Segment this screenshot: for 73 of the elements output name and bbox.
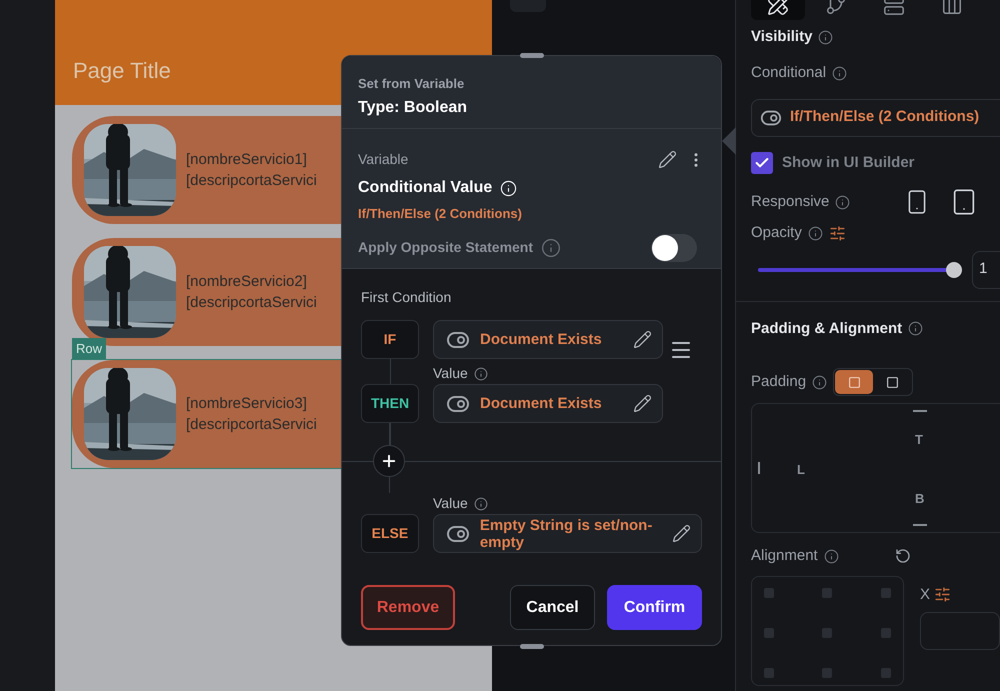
- drag-handle[interactable]: [520, 644, 544, 649]
- x-field[interactable]: [920, 612, 1000, 650]
- info-icon: [818, 30, 834, 44]
- info-icon: [500, 180, 518, 196]
- value-label: Value: [433, 364, 468, 383]
- service-name: [nombreServicio1]: [186, 150, 308, 170]
- condition-keyword: IF: [361, 320, 419, 359]
- condition-value-field[interactable]: Document Exists: [433, 320, 663, 359]
- service-description: [descripcortaServici: [186, 171, 317, 191]
- condition-keyword: THEN: [361, 384, 419, 423]
- tab-icon: [767, 0, 789, 16]
- section-title: Padding & Alignment: [751, 318, 902, 338]
- side-label: B: [915, 490, 924, 508]
- square-icon: [886, 376, 899, 388]
- field-label: Padding: [751, 372, 806, 392]
- tab-icon: [941, 0, 963, 16]
- selection-label: Row: [72, 338, 106, 359]
- field-label: Responsive: [751, 192, 830, 212]
- edit-icon: [672, 524, 691, 543]
- service-description: [descripcortaServici: [186, 293, 317, 313]
- section-title: First Condition: [361, 288, 452, 307]
- side-label: T: [915, 431, 923, 449]
- opacity-field[interactable]: 1: [972, 250, 1000, 288]
- plus-icon: [380, 452, 398, 470]
- drag-handle[interactable]: [520, 53, 544, 58]
- side-label: L: [797, 461, 805, 479]
- remove-button[interactable]: Remove: [361, 585, 455, 630]
- checkbox[interactable]: [751, 152, 773, 174]
- add-condition-button[interactable]: [373, 445, 405, 477]
- padding-mode[interactable]: [835, 370, 874, 394]
- condition-value-field[interactable]: Document Exists: [433, 384, 663, 423]
- field-label: Alignment: [751, 546, 818, 566]
- service-name: [nombreServicio2]: [186, 272, 308, 292]
- tab-icon: [825, 0, 847, 16]
- variable-name: Conditional Value: [358, 178, 492, 198]
- confirm-button[interactable]: Confirm: [607, 585, 702, 630]
- square-icon: [848, 376, 861, 388]
- variable-label: Variable: [358, 150, 408, 169]
- info-icon: [541, 238, 562, 258]
- type-label: Type: Boolean: [358, 98, 468, 118]
- field-label: Opacity: [751, 223, 802, 243]
- cancel-button[interactable]: Cancel: [510, 585, 595, 630]
- tab-icon: [883, 0, 905, 16]
- reset-icon[interactable]: [894, 548, 911, 564]
- checkbox-label: Show in UI Builder: [782, 152, 915, 172]
- info-icon: [832, 66, 848, 81]
- dialog-title: Set from Variable: [358, 75, 466, 93]
- left-padding-icon: [758, 462, 763, 474]
- edit-icon: [633, 394, 652, 413]
- info-icon: [474, 496, 488, 510]
- condition-value-field[interactable]: Empty String is set/non-empty: [432, 514, 702, 553]
- field-label: Conditional: [751, 63, 826, 83]
- section-title: Visibility: [751, 26, 812, 47]
- service-name: [nombreServicio3]: [186, 394, 308, 414]
- service-description: [descripcortaServici: [186, 415, 317, 435]
- condition-keyword: ELSE: [361, 514, 419, 553]
- sliders-icon[interactable]: [934, 586, 952, 604]
- switch-knob: [652, 234, 678, 260]
- edit-icon[interactable]: [658, 150, 677, 169]
- info-icon: [835, 194, 850, 210]
- opposite-switch[interactable]: [651, 234, 697, 262]
- conditional-dropdown[interactable]: If/Then/Else (2 Conditions): [751, 98, 1000, 136]
- edit-icon: [633, 330, 652, 349]
- value-label: Value: [433, 494, 468, 513]
- info-icon: [908, 321, 924, 336]
- page-title: Page Title: [73, 57, 171, 85]
- info-icon: [824, 548, 839, 564]
- info-icon: [812, 374, 828, 390]
- field-label: X: [920, 584, 930, 604]
- info-icon: [808, 226, 823, 241]
- sliders-icon[interactable]: [828, 224, 846, 242]
- info-icon: [474, 366, 488, 380]
- slider-thumb[interactable]: [946, 262, 962, 278]
